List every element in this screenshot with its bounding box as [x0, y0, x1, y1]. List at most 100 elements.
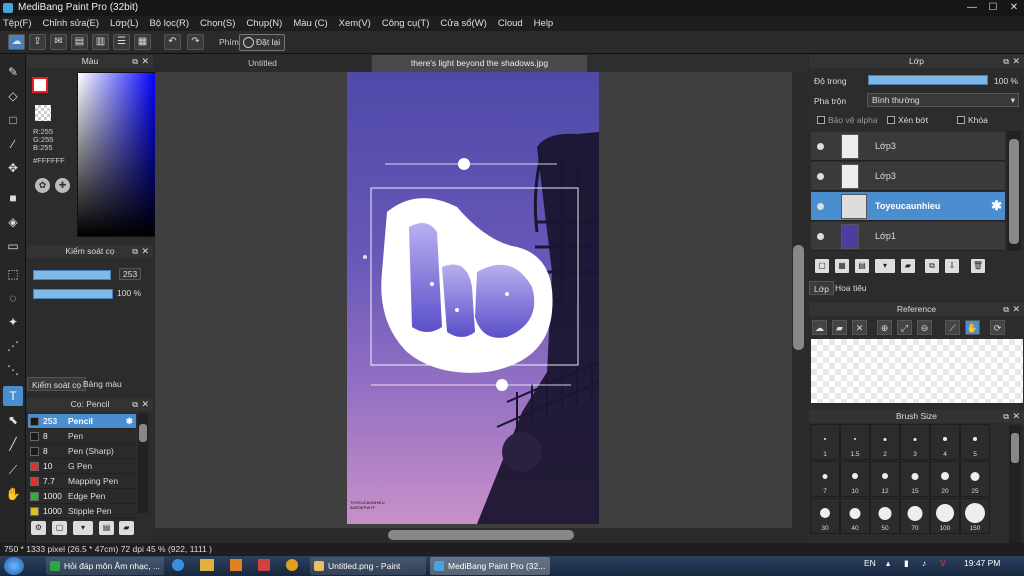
- brush-size-option[interactable]: 150: [960, 498, 990, 534]
- lock-checkbox[interactable]: [957, 116, 965, 124]
- blur-tool-icon[interactable]: ∕: [3, 134, 23, 154]
- eyedropper-icon[interactable]: ⟋: [3, 460, 23, 480]
- brush-folder-icon[interactable]: ▰: [119, 521, 134, 535]
- bucket-tool-icon[interactable]: ◈: [3, 212, 23, 232]
- task-browser[interactable]: Hỏi đáp môn Âm nhạc, ...: [46, 557, 164, 575]
- eye-icon[interactable]: [817, 143, 824, 150]
- brush-size-option[interactable]: 50: [870, 498, 900, 534]
- text-tool-icon[interactable]: T: [3, 386, 23, 406]
- reference-view[interactable]: [811, 339, 1023, 403]
- layer-row[interactable]: Lớp3: [811, 162, 1005, 191]
- layer-menu-icon[interactable]: ▾: [875, 259, 895, 273]
- brush-size-option[interactable]: 12: [870, 461, 900, 497]
- brush-size-option[interactable]: 70: [900, 498, 930, 534]
- eye-icon[interactable]: [817, 233, 824, 240]
- brush-item[interactable]: 8 Pen: [28, 429, 136, 444]
- brush-tool-icon[interactable]: ✎: [3, 62, 23, 82]
- move-tool-icon[interactable]: ✥: [3, 158, 23, 178]
- brush-item[interactable]: 253 Pencil ✱: [28, 414, 136, 429]
- float-icon[interactable]: ⧉: [1003, 410, 1009, 423]
- new-8bit-layer-icon[interactable]: ▤: [855, 259, 869, 273]
- float-icon[interactable]: ⧉: [1003, 303, 1009, 316]
- page-icon[interactable]: ▥: [92, 34, 109, 50]
- select-tool-icon[interactable]: ⬚: [3, 264, 23, 284]
- tab-brush-control[interactable]: Kiểm soát cọ: [27, 377, 87, 391]
- close-icon[interactable]: ✕: [1012, 55, 1020, 68]
- clock[interactable]: 19:47 PM: [964, 558, 1000, 568]
- layer-scroll-thumb[interactable]: [1009, 139, 1019, 244]
- brush-size-option[interactable]: 3: [900, 424, 930, 460]
- task-medibang[interactable]: MediBang Paint Pro (32...: [430, 557, 550, 575]
- tab-navigator[interactable]: Hoa tiêu: [831, 281, 871, 295]
- hand-icon[interactable]: ✋: [965, 320, 980, 335]
- palette-add-icon[interactable]: ✚: [55, 178, 70, 193]
- grid-icon[interactable]: ▦: [134, 34, 151, 50]
- saturation-value-picker[interactable]: [77, 72, 157, 237]
- brush-size-option[interactable]: 25: [960, 461, 990, 497]
- minimize-button[interactable]: —: [962, 0, 982, 16]
- close-icon[interactable]: ✕: [141, 55, 149, 68]
- zoom-out-icon[interactable]: ⊖: [917, 320, 932, 335]
- float-icon[interactable]: ⧉: [132, 55, 138, 68]
- eye-icon[interactable]: [817, 203, 824, 210]
- duplicate-layer-icon[interactable]: ⧉: [925, 259, 939, 273]
- clipping-checkbox[interactable]: [887, 116, 895, 124]
- rotate-icon[interactable]: ⟳: [990, 320, 1005, 335]
- menu-window[interactable]: Cửa sổ(W): [440, 18, 486, 29]
- float-icon[interactable]: ⧉: [132, 398, 138, 411]
- menu-help[interactable]: Help: [534, 18, 554, 29]
- brush-copy-icon[interactable]: ▤: [99, 521, 114, 535]
- ie-icon[interactable]: [172, 559, 184, 571]
- brush-size-option[interactable]: 1: [810, 424, 840, 460]
- divide-tool-icon[interactable]: ╱: [3, 434, 23, 454]
- menu-layer[interactable]: Lớp(L): [110, 18, 138, 29]
- folder-icon[interactable]: [200, 559, 214, 571]
- close-reference-icon[interactable]: ✕: [852, 320, 867, 335]
- menu-color[interactable]: Màu (C): [293, 18, 327, 29]
- brush-size-option[interactable]: 2: [870, 424, 900, 460]
- gear-icon[interactable]: ✱: [991, 198, 1002, 214]
- alpha-protect-checkbox[interactable]: [817, 116, 825, 124]
- merge-layer-icon[interactable]: ⇩: [945, 259, 959, 273]
- language-indicator[interactable]: EN: [864, 558, 876, 568]
- menu-view[interactable]: Xem(V): [339, 18, 371, 29]
- eraser-tool-icon[interactable]: ◇: [3, 86, 23, 106]
- maximize-button[interactable]: ☐: [983, 0, 1003, 16]
- transparent-color-swatch[interactable]: [35, 105, 51, 121]
- new-halftone-layer-icon[interactable]: ▦: [835, 259, 849, 273]
- operation-tool-icon[interactable]: ⬉: [3, 410, 23, 430]
- canvas-horizontal-scroll-thumb[interactable]: [388, 530, 574, 540]
- task-paint[interactable]: Untitled.png - Paint: [310, 557, 426, 575]
- list-icon[interactable]: ☰: [113, 34, 130, 50]
- close-button[interactable]: ✕: [1004, 0, 1024, 16]
- layer-opacity-slider[interactable]: [868, 75, 988, 85]
- brush-size-option[interactable]: 40: [840, 498, 870, 534]
- brush-menu-icon[interactable]: ▾: [73, 521, 93, 535]
- start-button[interactable]: [4, 557, 24, 575]
- menu-cloud[interactable]: Cloud: [498, 18, 523, 29]
- float-icon[interactable]: ⧉: [1003, 55, 1009, 68]
- close-icon[interactable]: ✕: [1012, 303, 1020, 316]
- document-icon[interactable]: ▤: [71, 34, 88, 50]
- network-icon[interactable]: ▮: [904, 558, 909, 569]
- brush-size-option[interactable]: 15: [900, 461, 930, 497]
- brush-size-option[interactable]: 10: [840, 461, 870, 497]
- magic-wand-icon[interactable]: ✦: [3, 312, 23, 332]
- blend-mode-select[interactable]: Bình thường ▾: [867, 93, 1019, 107]
- new-layer-icon[interactable]: ▢: [815, 259, 829, 273]
- brush-item[interactable]: 10 G Pen: [28, 459, 136, 474]
- brush-size-scroll-thumb[interactable]: [1011, 433, 1019, 463]
- float-icon[interactable]: ⧉: [132, 245, 138, 258]
- menu-tools[interactable]: Công cụ(T): [382, 18, 430, 29]
- brush-size-option[interactable]: 5: [960, 424, 990, 460]
- rectangle-tool-icon[interactable]: □: [3, 110, 23, 130]
- brush-size-value[interactable]: 253: [119, 268, 142, 280]
- media-icon[interactable]: [230, 559, 242, 571]
- tab-palette[interactable]: Bảng màu: [79, 377, 126, 391]
- brush-item[interactable]: 1000 Stipple Pen: [28, 504, 136, 519]
- brush-item[interactable]: 8 Pen (Sharp): [28, 444, 136, 459]
- layer-folder-icon[interactable]: ▰: [901, 259, 915, 273]
- share-icon[interactable]: ⇪: [29, 34, 46, 50]
- fit-icon[interactable]: ⤢: [897, 320, 912, 335]
- app-icon[interactable]: [258, 559, 270, 571]
